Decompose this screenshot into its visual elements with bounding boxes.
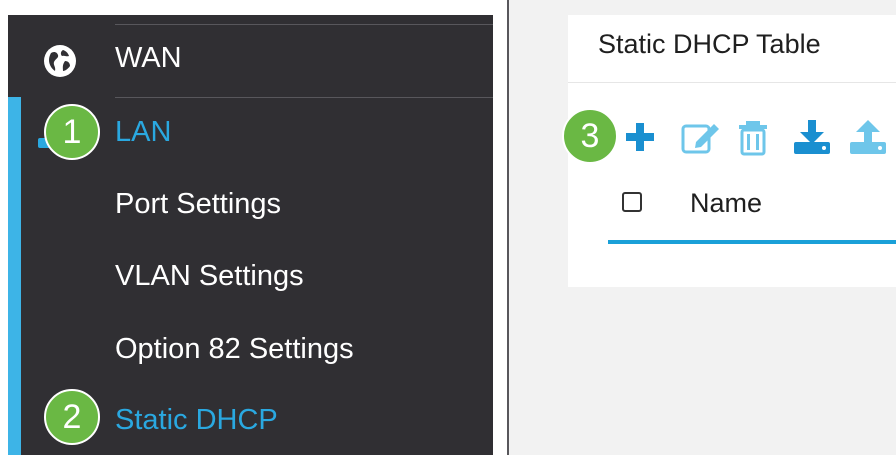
sidebar-divider [115, 24, 493, 25]
sidebar-panel [8, 15, 493, 455]
sidebar-item-static-dhcp[interactable]: Static DHCP [115, 406, 278, 435]
export-icon[interactable] [848, 118, 888, 156]
sidebar-item-option-82-settings[interactable]: Option 82 Settings [115, 335, 354, 364]
edit-icon[interactable] [680, 118, 722, 156]
step-badge-3: 3 [562, 108, 618, 164]
sidebar-active-accent [8, 97, 21, 455]
column-header-name[interactable]: Name [690, 188, 762, 219]
sidebar-item-lan[interactable]: LAN [115, 118, 171, 147]
delete-icon[interactable] [736, 118, 770, 156]
table-header-underline [608, 240, 896, 244]
card-divider [568, 82, 896, 83]
step-badge-1: 1 [44, 104, 100, 160]
sidebar-item-port-settings[interactable]: Port Settings [115, 190, 281, 219]
import-icon[interactable] [792, 118, 832, 156]
sidebar-divider [115, 97, 493, 98]
main-border [507, 0, 509, 455]
sidebar: WAN LAN Port Settings VLAN Settings Opti… [0, 0, 493, 455]
sidebar-item-wan[interactable]: WAN [115, 44, 182, 73]
sidebar-item-vlan-settings[interactable]: VLAN Settings [115, 262, 304, 291]
globe-icon [44, 45, 76, 77]
card-title: Static DHCP Table [598, 29, 821, 59]
select-all-checkbox[interactable] [622, 192, 642, 212]
add-icon[interactable] [622, 118, 658, 156]
step-badge-2: 2 [44, 389, 100, 445]
